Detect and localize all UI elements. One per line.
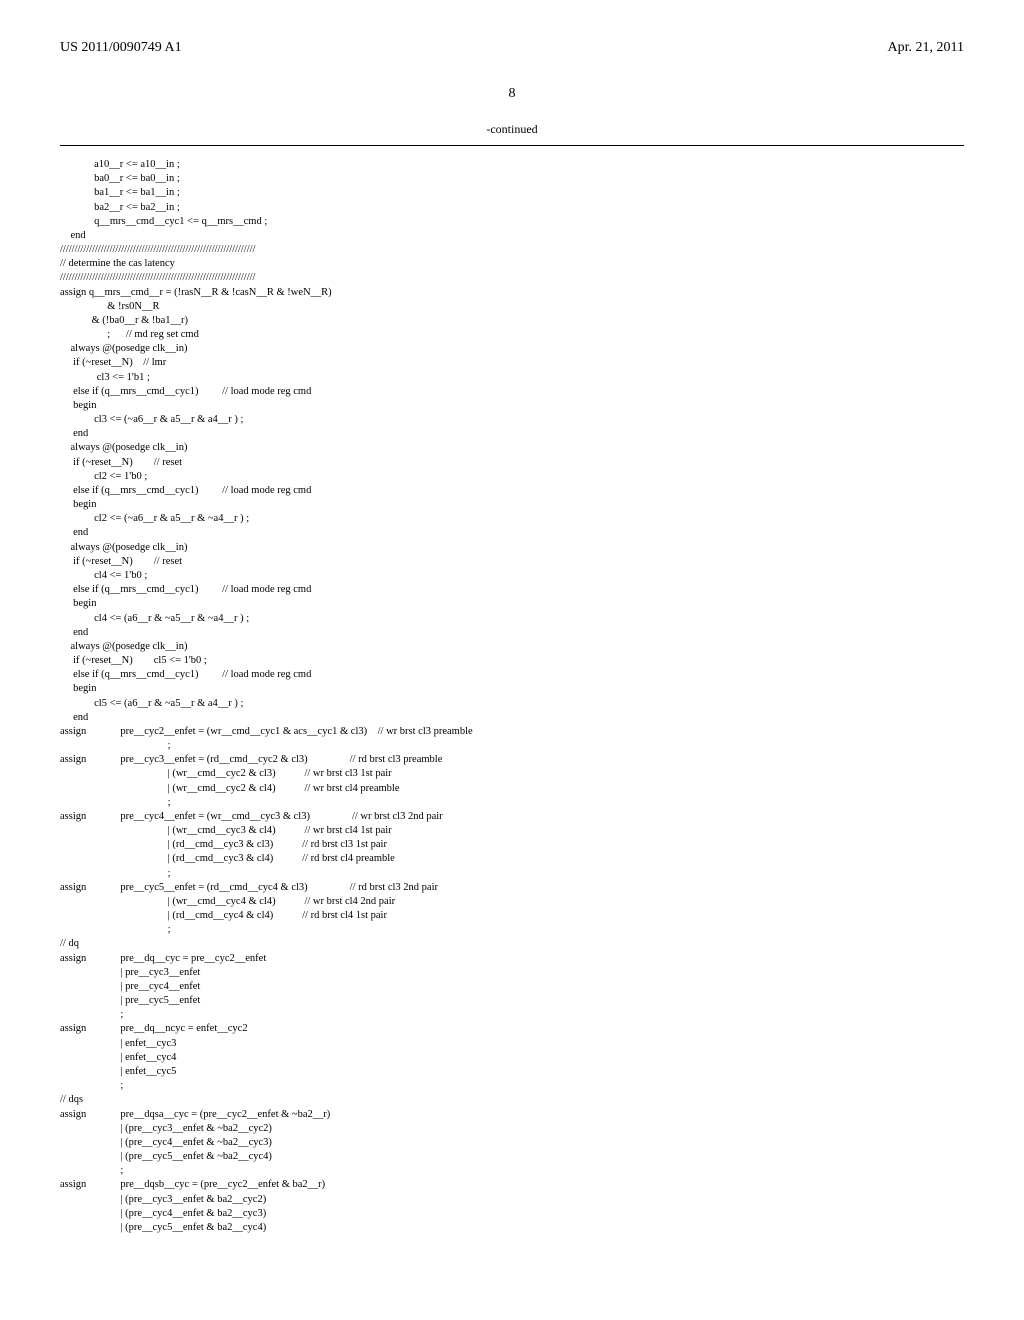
header-right: Apr. 21, 2011 [888,40,964,56]
code-listing: a10__r <= a10__in ; ba0__r <= ba0__in ; … [60,158,964,1235]
header-left: US 2011/0090749 A1 [60,40,182,56]
continued-label: -continued [60,122,964,137]
page-number: 8 [60,86,964,102]
divider-top [60,145,964,146]
page-header: US 2011/0090749 A1 Apr. 21, 2011 [60,40,964,56]
